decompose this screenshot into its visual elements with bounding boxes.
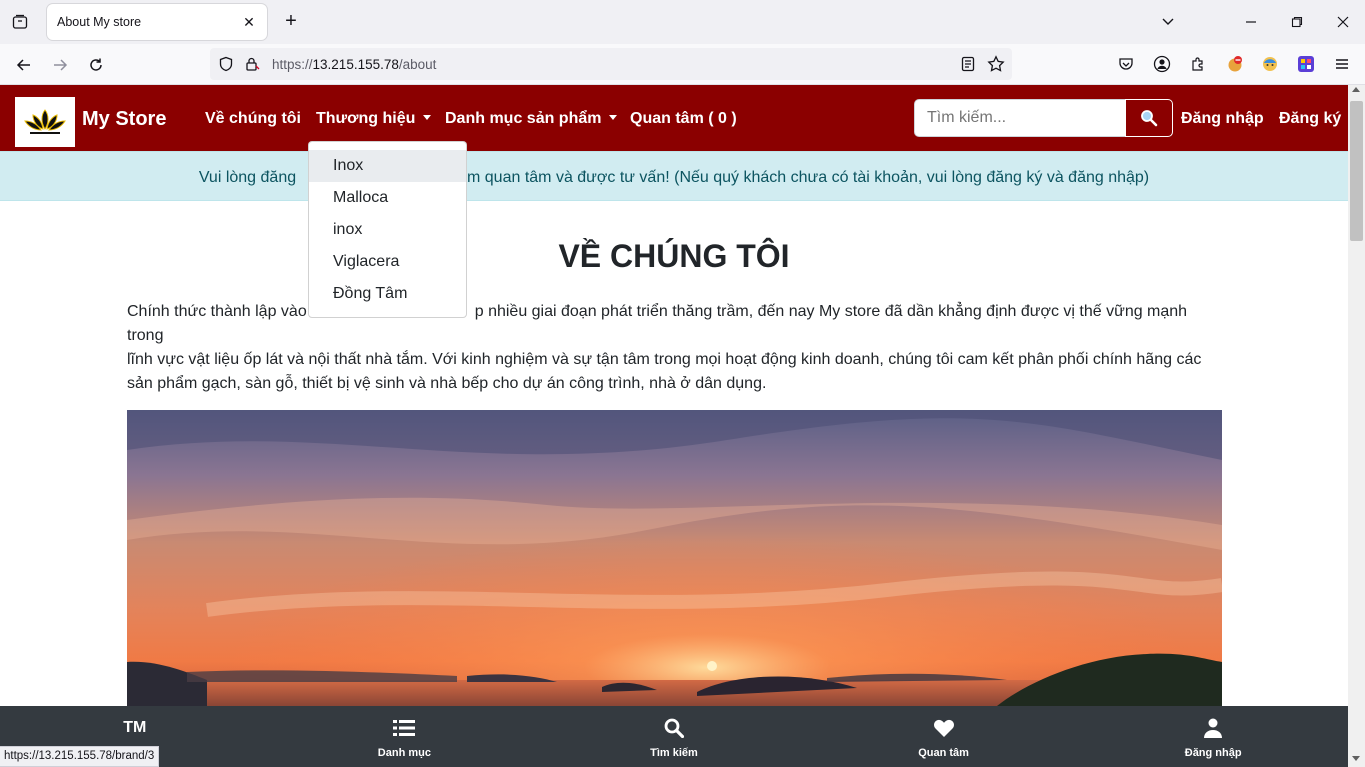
nav-brands-dropdown-toggle[interactable]: Thương hiệu bbox=[316, 110, 432, 128]
site-search-button[interactable] bbox=[1125, 99, 1173, 137]
about-line1-left: Chính thức thành lập vào bbox=[127, 303, 307, 320]
bottom-nav-search[interactable]: Tìm kiếm bbox=[539, 706, 809, 767]
header-register-link[interactable]: Đăng ký bbox=[1279, 110, 1341, 128]
list-icon bbox=[393, 717, 416, 739]
tab-overflow-chevron-icon[interactable] bbox=[1156, 10, 1180, 34]
page-title: VỀ CHÚNG TÔI bbox=[558, 238, 790, 274]
magnifier-icon bbox=[1141, 110, 1158, 127]
bottom-nav-search-label: Tìm kiếm bbox=[650, 747, 698, 759]
bottom-nav-favorites[interactable]: Quan tâm bbox=[809, 706, 1079, 767]
header-login-link[interactable]: Đăng nhập bbox=[1181, 110, 1264, 128]
lotus-logo-icon bbox=[24, 109, 66, 134]
back-arrow-icon[interactable] bbox=[11, 52, 37, 78]
caret-down-icon bbox=[609, 115, 618, 120]
alert-message: Vui lòng đăng ẩm quan tâm và được tư vấn!… bbox=[0, 169, 1348, 187]
tm-logo-icon: TM bbox=[123, 719, 147, 736]
bottom-nav: TM Danh mục Tìm kiếm Quan tâm Đăng nhập bbox=[0, 706, 1348, 767]
app-menu-icon[interactable] bbox=[1330, 52, 1354, 76]
bottom-nav-login[interactable]: Đăng nhập bbox=[1078, 706, 1348, 767]
extensions-puzzle-icon[interactable] bbox=[1186, 52, 1210, 76]
browser-tab[interactable]: About My store ✕ bbox=[47, 4, 267, 40]
pocket-icon[interactable] bbox=[1114, 52, 1138, 76]
brand-link[interactable]: My Store bbox=[82, 108, 166, 131]
nav-categories-dropdown-toggle[interactable]: Danh mục sản phẩm bbox=[445, 110, 618, 128]
brands-dropdown-menu: Inox Malloca inox Viglacera Đồng Tâm bbox=[308, 141, 467, 318]
user-icon bbox=[1204, 717, 1223, 739]
reload-icon[interactable] bbox=[83, 52, 109, 78]
new-tab-icon[interactable]: + bbox=[279, 10, 303, 34]
url-bar[interactable]: https://13.215.155.78/about bbox=[210, 48, 1012, 80]
close-window-icon[interactable] bbox=[1331, 10, 1355, 34]
bottom-nav-categories-label: Danh mục bbox=[377, 747, 431, 759]
bottom-nav-favorites-label: Quan tâm bbox=[918, 747, 969, 759]
bottom-nav-categories[interactable]: Danh mục bbox=[270, 706, 540, 767]
nav-about-link[interactable]: Về chúng tôi bbox=[205, 110, 301, 128]
url-scheme: https:// bbox=[272, 57, 313, 72]
scrollbar-thumb[interactable] bbox=[1350, 101, 1363, 241]
dropdown-item-brand[interactable]: inox bbox=[309, 214, 466, 246]
bookmark-star-icon[interactable] bbox=[987, 55, 1005, 78]
url-host: 13.215.155.78 bbox=[312, 57, 399, 72]
caret-down-icon bbox=[423, 115, 432, 120]
scroll-up-arrow-icon[interactable] bbox=[1352, 87, 1360, 92]
forward-arrow-icon[interactable] bbox=[47, 52, 73, 78]
site-search-input[interactable] bbox=[914, 99, 1126, 137]
dropdown-item-brand[interactable]: Đồng Tâm bbox=[309, 278, 466, 310]
alert-text-left: Vui lòng đăng bbox=[198, 169, 297, 186]
browser-tab-bar: About My store ✕ + bbox=[0, 0, 1365, 44]
tab-list-icon[interactable] bbox=[8, 10, 32, 34]
about-paragraph: Chính thức thành lập vào p nhiều giai đoạ… bbox=[127, 300, 1217, 396]
about-line: Chính thức thành lập vào p nhiều giai đoạ… bbox=[127, 300, 1217, 348]
extension-red-icon[interactable] bbox=[1223, 52, 1247, 76]
about-line: sản phẩm gạch, sàn gỗ, thiết bị vệ sinh … bbox=[127, 375, 767, 392]
dropdown-item-brand[interactable]: Malloca bbox=[309, 182, 466, 214]
alert-text-right: ẩm quan tâm và được tư vấn! (Nếu quý khá… bbox=[458, 169, 1150, 186]
heart-icon bbox=[933, 717, 955, 739]
shield-icon[interactable] bbox=[218, 56, 234, 77]
nav-brands-label: Thương hiệu bbox=[316, 110, 416, 127]
nav-categories-label: Danh mục sản phẩm bbox=[445, 110, 602, 127]
nav-favorites-link[interactable]: Quan tâm ( 0 ) bbox=[630, 110, 737, 128]
page-scrollbar[interactable] bbox=[1348, 85, 1365, 767]
extension-grid-icon[interactable] bbox=[1294, 52, 1318, 76]
minimize-icon[interactable] bbox=[1239, 10, 1263, 34]
url-text: https://13.215.155.78/about bbox=[272, 57, 436, 72]
reader-view-icon[interactable] bbox=[960, 56, 976, 77]
search-icon bbox=[664, 717, 684, 739]
bottom-nav-login-label: Đăng nhập bbox=[1184, 747, 1242, 759]
dropdown-item-brand[interactable]: Viglacera bbox=[309, 246, 466, 278]
hero-sunset-image bbox=[127, 410, 1222, 706]
lock-icon[interactable] bbox=[244, 56, 260, 77]
extension-face-icon[interactable] bbox=[1258, 52, 1282, 76]
tab-title: About My store bbox=[57, 15, 142, 29]
browser-nav-bar: https://13.215.155.78/about bbox=[0, 44, 1365, 85]
link-status-bar: https://13.215.155.78/brand/3 bbox=[0, 746, 160, 767]
url-path: /about bbox=[398, 57, 437, 72]
close-tab-icon[interactable]: ✕ bbox=[239, 12, 259, 32]
account-icon[interactable] bbox=[1150, 52, 1174, 76]
store-logo[interactable] bbox=[15, 97, 75, 147]
info-alert: Vui lòng đăng ẩm quan tâm và được tư vấn!… bbox=[0, 151, 1348, 201]
about-line: lĩnh vực vật liệu ốp lát và nội thất nhà… bbox=[127, 351, 1202, 368]
restore-icon[interactable] bbox=[1285, 10, 1309, 34]
dropdown-item-brand[interactable]: Inox bbox=[309, 150, 466, 182]
site-header: My Store Về chúng tôi Thương hiệu Danh m… bbox=[0, 85, 1348, 151]
scroll-down-arrow-icon[interactable] bbox=[1352, 756, 1360, 761]
